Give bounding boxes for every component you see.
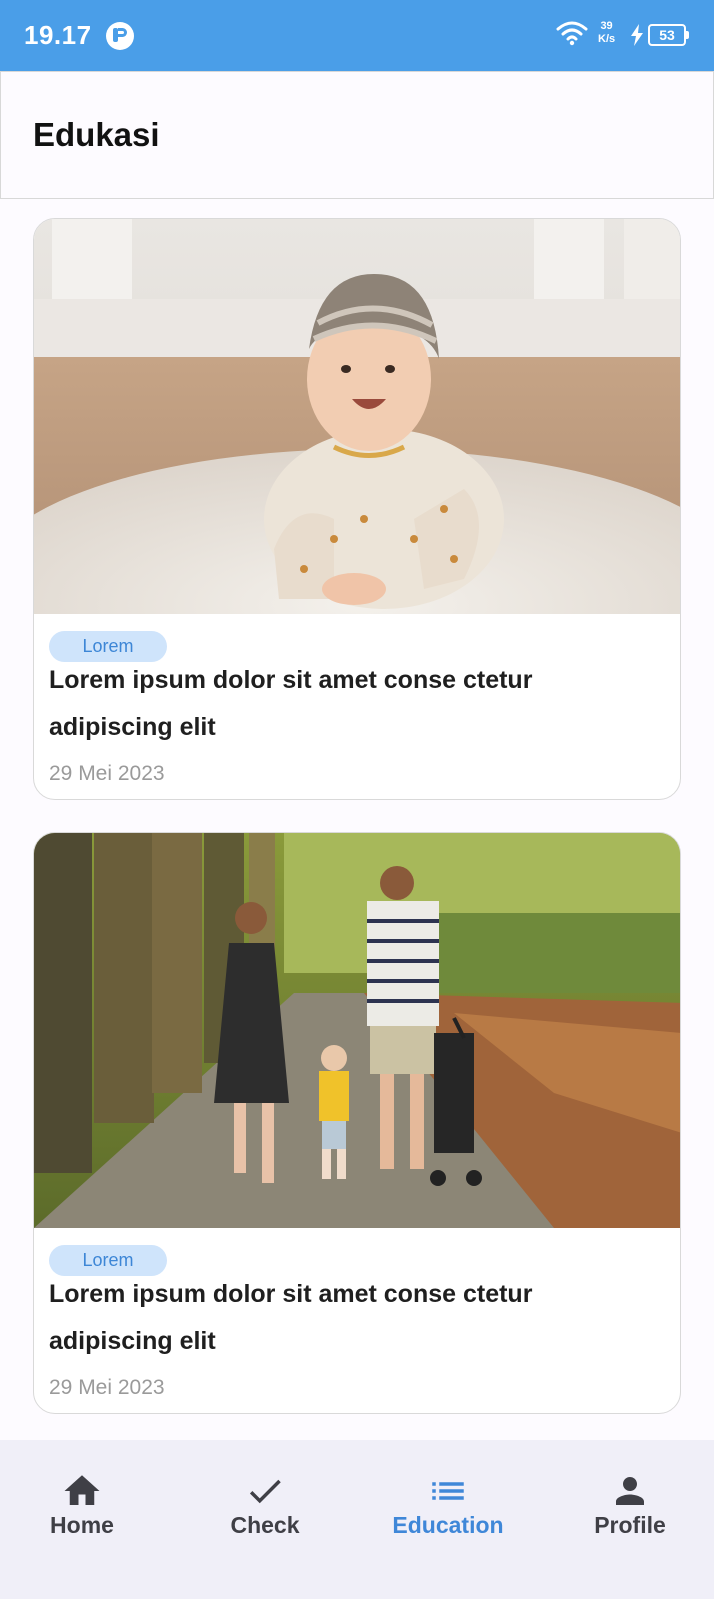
nav-item-check[interactable]: Check [175,1440,355,1599]
article-card[interactable]: Lorem Lorem ipsum dolor sit amet conse c… [33,218,681,800]
list-icon [432,1482,464,1500]
status-bar: 19.17 39 K/s 53 [0,0,714,71]
network-speed-value: 39 [600,20,613,32]
check-icon [249,1479,281,1504]
person-icon [616,1477,644,1505]
nav-label-home: Home [50,1512,114,1538]
article-date: 29 Mei 2023 [49,1376,165,1399]
battery-level: 53 [659,27,675,43]
nav-item-profile[interactable]: Profile [540,1440,714,1599]
article-image-baby [34,219,680,614]
nav-label-profile: Profile [594,1512,666,1538]
article-card[interactable]: Lorem Lorem ipsum dolor sit amet conse c… [33,832,681,1414]
article-title: Lorem ipsum dolor sit amet conse ctetur … [49,666,533,741]
page-title: Edukasi [33,116,160,153]
nav-label-check: Check [230,1512,300,1538]
battery-icon: 53 [648,24,689,46]
article-image-family-walk [34,833,680,1228]
article-list[interactable]: Lorem Lorem ipsum dolor sit amet conse c… [0,198,714,1440]
status-time: 19.17 [24,20,92,50]
app-header: Edukasi [0,71,714,199]
nav-item-education[interactable]: Education [358,1440,538,1599]
article-title: Lorem ipsum dolor sit amet conse ctetur … [49,1280,533,1355]
nav-item-home[interactable]: Home [0,1440,172,1599]
home-icon [64,1475,100,1505]
bottom-navigation: Home Check Education Profile [0,1440,714,1599]
article-date: 29 Mei 2023 [49,762,165,785]
network-speed-unit: K/s [598,33,616,45]
nav-label-education: Education [392,1512,504,1538]
network-speed: 39 K/s [598,20,615,46]
wifi-icon [556,21,588,46]
charging-icon [631,24,643,46]
app-notification-icon [106,22,134,50]
